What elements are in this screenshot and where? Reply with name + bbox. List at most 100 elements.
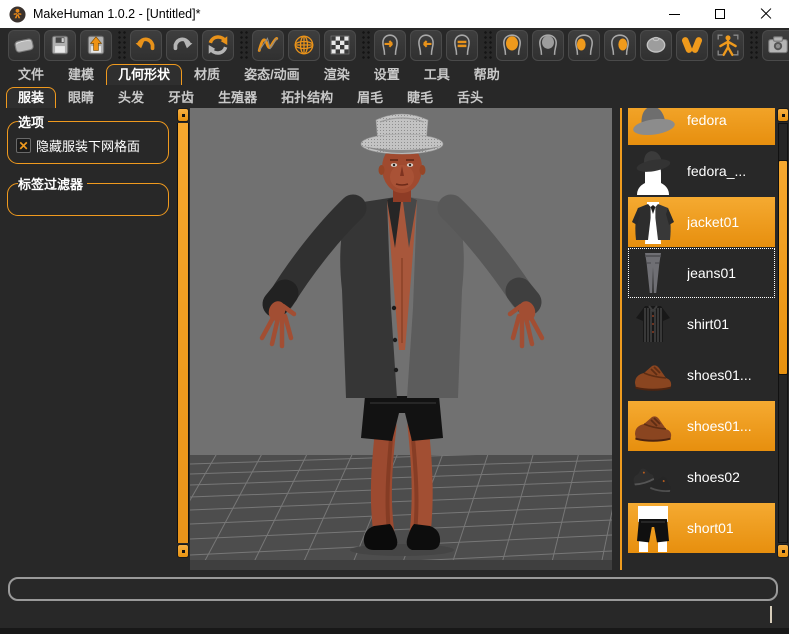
tab-modelling[interactable]: 建模 [56,64,106,85]
rotate-right-view-button[interactable] [374,30,406,61]
scrollbar-thumb[interactable] [778,160,788,375]
head-arrow-left-icon [414,33,438,57]
hide-faces-checkbox[interactable] [16,138,31,153]
title-bar[interactable]: MakeHuman 1.0.2 - [Untitled]* [0,0,789,28]
face-back-view-button[interactable] [532,30,564,61]
left-slider-bar[interactable] [177,123,189,543]
face-right-view-button[interactable] [604,30,636,61]
tab-geometries[interactable]: 几何形状 [106,64,182,85]
face-left-view-button[interactable] [568,30,600,61]
thumbnail-fedora-white-head [629,147,677,195]
left-panel-slider[interactable] [176,108,190,570]
subtab-eyes[interactable]: 眼睛 [56,87,106,108]
tag-filter-title: 标签过滤器 [18,174,87,193]
list-item-shoes01a[interactable]: shoes01... [628,350,775,400]
screenshot-button[interactable] [762,30,789,61]
makehuman-logo-icon [9,6,26,23]
list-item-fedora2[interactable]: fedora_... [628,146,775,196]
list-item-jacket01[interactable]: jacket01 [628,197,775,247]
thumbnail-brown-shoe [629,402,677,450]
maximize-button[interactable] [697,0,743,28]
item-label: shoes02 [687,469,740,485]
toolbar-separator [482,29,492,61]
left-slider-bottom-handle[interactable] [177,544,189,558]
head-equal-icon [450,33,474,57]
export-icon [84,33,108,57]
tab-files[interactable]: 文件 [6,64,56,85]
subtab-eyebrows[interactable]: 眉毛 [345,87,395,108]
list-item-fedora[interactable]: fedora [628,108,775,145]
thumbnail-fedora [629,108,677,144]
viewport-3d-scene[interactable] [190,108,612,570]
scroll-down-button[interactable] [777,544,789,558]
head-arrow-right-icon [378,33,402,57]
wireframe-toggle-button[interactable] [288,30,320,61]
options-title: 选项 [18,112,48,131]
subtab-eyelashes[interactable]: 睫毛 [395,87,445,108]
redo-button[interactable] [166,30,198,61]
tab-materials[interactable]: 材质 [182,64,232,85]
thumbnail-jeans [629,249,677,297]
tab-settings[interactable]: 设置 [362,64,412,85]
background-toggle-button[interactable] [324,30,356,61]
face-left-icon [572,33,596,57]
tab-help[interactable]: 帮助 [462,64,512,85]
rotate-left-view-button[interactable] [410,30,442,61]
left-slider-top-handle[interactable] [177,108,189,122]
feet-view-button[interactable] [676,30,708,61]
left-panel: 选项 隐藏服装下网格面 标签过滤器 [0,108,176,570]
load-button[interactable] [8,30,40,61]
list-item-shirt01[interactable]: shirt01 [628,299,775,349]
list-item-shoes02[interactable]: shoes02 [628,452,775,502]
reload-button[interactable] [202,30,234,61]
subtab-teeth[interactable]: 牙齿 [156,87,206,108]
undo-icon [134,33,158,57]
front-view-button[interactable] [446,30,478,61]
save-button[interactable] [44,30,76,61]
clothes-list-scrollbar[interactable] [776,108,789,570]
face-front-view-button[interactable] [496,30,528,61]
options-groupbox: 选项 隐藏服装下网格面 [7,112,169,164]
scroll-up-button[interactable] [777,108,789,122]
toolbar-separator [116,29,126,61]
smooth-toggle-button[interactable] [252,30,284,61]
smooth-curve-icon [256,33,280,57]
toolbar-separator [238,29,248,61]
checkerboard-icon [328,33,352,57]
list-item-shoes01b[interactable]: shoes01... [628,401,775,451]
list-item-short01[interactable]: short01 [628,503,775,553]
viewport-3d[interactable] [190,108,612,570]
body-view-button[interactable] [712,30,744,61]
thumbnail-sneakers [629,453,677,501]
hide-faces-checkbox-row[interactable]: 隐藏服装下网格面 [16,136,162,155]
subtab-clothes[interactable]: 服装 [6,87,56,108]
minimize-button[interactable] [651,0,697,28]
hide-faces-label: 隐藏服装下网格面 [36,136,140,155]
tab-rendering[interactable]: 渲染 [312,64,362,85]
thumbnail-shorts [629,504,677,552]
thumbnail-jacket [629,198,677,246]
item-label: short01 [687,520,734,536]
subtab-genitals[interactable]: 生殖器 [206,87,269,108]
status-text-cursor [770,606,772,623]
export-button[interactable] [80,30,112,61]
item-label: fedora [687,112,727,128]
status-strip [0,628,789,634]
progress-bar [8,577,778,601]
toolbar-separator [360,29,370,61]
undo-button[interactable] [130,30,162,61]
clothes-list: fedora fedora_... jacket01 [628,108,775,570]
subtab-tongue[interactable]: 舌头 [445,87,495,108]
top-view-button[interactable] [640,30,672,61]
subtab-hair[interactable]: 头发 [106,87,156,108]
tab-pose-animate[interactable]: 姿态/动画 [232,64,312,85]
thumbnail-brown-shoe [629,351,677,399]
close-button[interactable] [743,0,789,28]
redo-icon [170,33,194,57]
right-panel-slider[interactable] [620,108,622,570]
item-label: shoes01... [687,418,752,434]
list-item-jeans01[interactable]: jeans01 [628,248,775,298]
tab-utilities[interactable]: 工具 [412,64,462,85]
body-figure-icon [716,33,740,57]
subtab-topology[interactable]: 拓扑结构 [269,87,345,108]
